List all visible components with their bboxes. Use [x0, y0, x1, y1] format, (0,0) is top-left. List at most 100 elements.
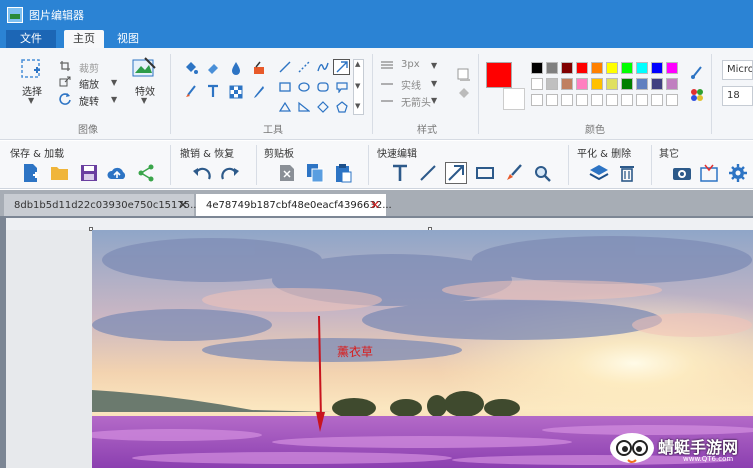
empty-color-swatch[interactable]	[546, 94, 558, 106]
annotation-text[interactable]: 薰衣草	[337, 343, 373, 360]
color-swatch[interactable]	[591, 78, 603, 90]
dropper-icon[interactable]	[229, 61, 243, 75]
paste-button[interactable]	[332, 162, 354, 184]
text-tool-icon[interactable]	[206, 84, 220, 98]
select-button[interactable]	[14, 54, 48, 84]
secondary-color-swatch[interactable]	[503, 88, 525, 110]
color-swatch[interactable]	[621, 78, 633, 90]
line-shape-button[interactable]	[276, 59, 293, 75]
close-icon[interactable]: ✕	[370, 198, 380, 212]
color-swatch[interactable]	[606, 62, 618, 74]
quick-text-button[interactable]	[389, 162, 411, 184]
open-folder-button[interactable]	[49, 162, 71, 184]
font-name-select[interactable]: Micro	[722, 60, 753, 80]
shapes-scrollbar[interactable]: ▲ ▼ ▼	[353, 59, 364, 115]
color-swatch[interactable]	[636, 62, 648, 74]
fill-style-icon[interactable]	[457, 86, 471, 100]
tab-view[interactable]: 视图	[110, 30, 146, 48]
brush-icon[interactable]	[184, 85, 198, 99]
document-tab-active[interactable]: 4e78749b187cbf48e0eacf4396632... ✕	[196, 194, 392, 216]
ellipse-shape-button[interactable]	[295, 79, 312, 95]
resize-label[interactable]: 缩放	[79, 76, 99, 91]
color-picker-icon[interactable]	[690, 66, 704, 80]
line-style-value[interactable]: 实线	[401, 77, 421, 92]
quick-magnifier-button[interactable]	[531, 162, 553, 184]
copy-button[interactable]	[304, 162, 326, 184]
rectangle-shape-button[interactable]	[276, 79, 293, 95]
chevron-down-icon[interactable]: ▼	[431, 96, 437, 105]
share-button[interactable]	[135, 162, 157, 184]
pentagon-shape-button[interactable]	[333, 99, 350, 115]
color-swatch[interactable]	[531, 62, 543, 74]
tab-file[interactable]: 文件	[6, 30, 56, 48]
empty-color-swatch[interactable]	[591, 94, 603, 106]
fill-bucket-icon[interactable]	[184, 61, 198, 75]
settings-button[interactable]	[727, 162, 749, 184]
color-swatch[interactable]	[531, 78, 543, 90]
chevron-down-icon[interactable]: ▼	[431, 79, 437, 88]
chevron-up-icon[interactable]: ▲	[355, 60, 360, 68]
empty-color-swatch[interactable]	[651, 94, 663, 106]
arrow-style-value[interactable]: 无箭头	[401, 94, 431, 109]
empty-color-swatch[interactable]	[561, 94, 573, 106]
empty-color-swatch[interactable]	[666, 94, 678, 106]
empty-color-swatch[interactable]	[636, 94, 648, 106]
chevron-down-icon[interactable]: ▼	[111, 95, 117, 104]
rotate-label[interactable]: 旋转	[79, 93, 99, 108]
color-swatch[interactable]	[606, 78, 618, 90]
arrow-shape-button[interactable]	[333, 59, 350, 75]
quick-brush-button[interactable]	[503, 162, 525, 184]
color-swatch[interactable]	[651, 62, 663, 74]
watermark-button[interactable]	[699, 162, 721, 184]
rounded-rect-shape-button[interactable]	[314, 79, 331, 95]
empty-color-swatch[interactable]	[576, 94, 588, 106]
color-wheel-icon[interactable]	[690, 88, 704, 102]
chevron-down-icon[interactable]: ▼	[28, 96, 34, 105]
shadow-icon[interactable]	[457, 68, 471, 82]
primary-color-swatch[interactable]	[486, 62, 512, 88]
color-swatch[interactable]	[546, 78, 558, 90]
diamond-shape-button[interactable]	[314, 99, 331, 115]
expand-icon[interactable]: ▼	[355, 102, 360, 110]
cloud-upload-button[interactable]	[106, 162, 128, 184]
delete-button[interactable]	[616, 162, 638, 184]
triangle-alt-shape-button[interactable]	[295, 99, 312, 115]
close-icon[interactable]: ✕	[178, 198, 188, 212]
empty-color-swatch[interactable]	[621, 94, 633, 106]
font-size-select[interactable]: 18	[722, 86, 753, 106]
effects-button[interactable]	[129, 54, 159, 82]
triangle-shape-button[interactable]	[276, 99, 293, 115]
empty-color-swatch[interactable]	[606, 94, 618, 106]
empty-color-swatch[interactable]	[531, 94, 543, 106]
flatten-button[interactable]	[588, 162, 610, 184]
curve-shape-button[interactable]	[314, 59, 331, 75]
paint-icon[interactable]	[252, 61, 266, 75]
color-swatch[interactable]	[666, 78, 678, 90]
color-swatch[interactable]	[561, 62, 573, 74]
chevron-down-icon[interactable]: ▼	[431, 61, 437, 70]
color-swatch[interactable]	[576, 78, 588, 90]
color-swatch[interactable]	[576, 62, 588, 74]
callout-shape-button[interactable]	[333, 79, 350, 95]
color-swatch[interactable]	[546, 62, 558, 74]
stroke-width-value[interactable]: 3px	[401, 59, 420, 70]
color-swatch[interactable]	[561, 78, 573, 90]
cut-button[interactable]	[276, 162, 298, 184]
tab-home[interactable]: 主页	[64, 30, 104, 48]
color-swatch[interactable]	[651, 78, 663, 90]
save-button[interactable]	[78, 162, 100, 184]
document-tab[interactable]: 8db1b5d11d22c03930e750c15175... ✕	[4, 194, 200, 216]
chevron-down-icon[interactable]: ▼	[355, 82, 360, 90]
color-swatch[interactable]	[621, 62, 633, 74]
chevron-down-icon[interactable]: ▼	[111, 78, 117, 87]
chevron-down-icon[interactable]: ▼	[141, 96, 147, 105]
screenshot-button[interactable]	[671, 162, 693, 184]
quick-line-button[interactable]	[417, 162, 439, 184]
color-swatch[interactable]	[591, 62, 603, 74]
pen-icon[interactable]	[252, 85, 266, 99]
new-file-button[interactable]	[20, 162, 42, 184]
color-swatch[interactable]	[666, 62, 678, 74]
quick-arrow-button[interactable]	[445, 162, 467, 184]
crop-label[interactable]: 裁剪	[79, 60, 99, 75]
quick-rectangle-button[interactable]	[474, 162, 496, 184]
